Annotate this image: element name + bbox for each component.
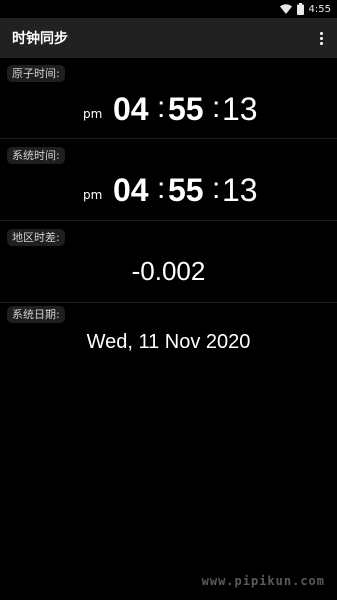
system-colon-2: : [212, 172, 221, 205]
system-date-section: 系统日期: Wed, 11 Nov 2020 [0, 306, 337, 366]
system-ampm: pm [83, 188, 103, 202]
status-time: 4:55 [308, 3, 331, 15]
menu-dot [319, 41, 323, 45]
divider [0, 220, 337, 221]
divider [0, 302, 337, 303]
wifi-icon [279, 4, 292, 14]
system-date-value: Wed, 11 Nov 2020 [86, 331, 251, 353]
system-seconds: 13 [222, 172, 258, 208]
watermark: www.pipikun.com [201, 574, 325, 588]
status-bar: 4:55 [0, 0, 337, 18]
atomic-time-label: 原子时间: [7, 65, 65, 82]
system-hours: 04 [113, 172, 149, 208]
status-bar-right: 4:55 [279, 2, 331, 16]
system-time-label: 系统时间: [7, 147, 65, 164]
system-minutes: 55 [168, 172, 204, 208]
atomic-time-display: pm 04 : 55 : 13 [0, 89, 337, 129]
atomic-colon-2: : [212, 91, 221, 124]
atomic-colon-1: : [157, 91, 166, 124]
app-title: 时钟同步 [12, 31, 68, 47]
divider [0, 138, 337, 139]
menu-dot [319, 31, 323, 35]
system-time-section: 系统时间: pm 04 : 55 : 13 [0, 144, 337, 219]
app-bar: 时钟同步 [0, 18, 337, 58]
system-time-display: pm 04 : 55 : 13 [0, 170, 337, 210]
menu-dot [319, 36, 323, 40]
atomic-hours: 04 [113, 91, 149, 127]
atomic-minutes: 55 [168, 91, 204, 127]
offset-section: 地区时差: -0.002 [0, 226, 337, 301]
atomic-time-section: 原子时间: pm 04 : 55 : 13 [0, 62, 337, 137]
battery-icon [296, 3, 304, 15]
atomic-seconds: 13 [222, 91, 258, 127]
offset-value: -0.002 [131, 256, 206, 286]
atomic-ampm: pm [83, 107, 103, 121]
more-vert-icon[interactable] [311, 26, 331, 50]
system-date-label: 系统日期: [7, 306, 65, 323]
offset-label: 地区时差: [7, 229, 65, 246]
system-colon-1: : [157, 172, 166, 205]
